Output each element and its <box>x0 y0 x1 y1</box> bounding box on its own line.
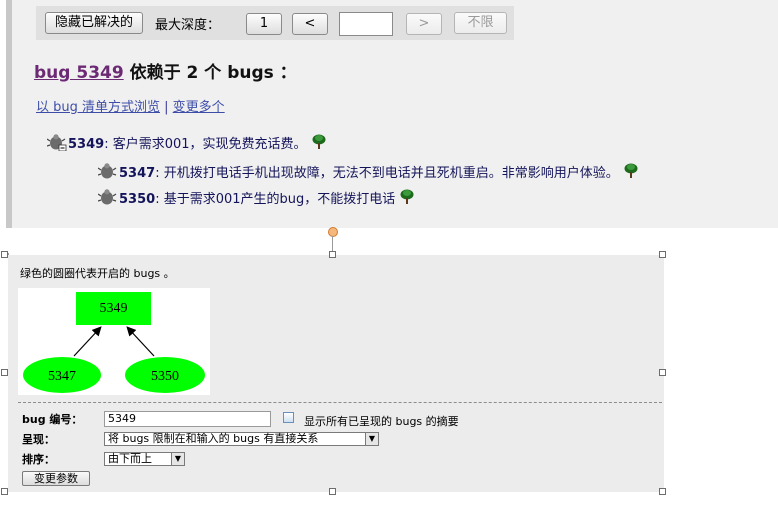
resize-handle-right[interactable] <box>659 369 666 376</box>
bug-id-label: bug 编号： <box>22 413 83 426</box>
dependency-tree-panel: 隐藏已解决的 最大深度： 1 < > 不限 bug 5349 依赖于 2 个 b… <box>6 0 778 228</box>
dependency-child-item: 5350: 基于需求001产生的bug，不能拨打电话 <box>97 188 414 210</box>
depth-increase-button[interactable]: > <box>406 13 442 35</box>
display-select-value: 将 bugs 限制在和输入的 bugs 有直接关系 <box>108 432 319 445</box>
resize-handle-bottom-left[interactable] <box>1 488 8 495</box>
bug-icon[interactable] <box>46 133 67 155</box>
resize-handle-top-right[interactable] <box>659 251 666 258</box>
graph-edge <box>73 326 102 357</box>
tree-icon[interactable] <box>624 163 638 183</box>
display-label: 呈现： <box>22 433 55 446</box>
graph-node-right-label: 5350 <box>151 369 179 384</box>
chevron-down-icon[interactable]: ▼ <box>171 453 184 465</box>
bug-icon <box>97 188 118 210</box>
unlimited-depth-button[interactable]: 不限 <box>454 12 507 34</box>
resize-handle-top-left[interactable] <box>1 251 8 258</box>
graph-node-left-label: 5347 <box>48 369 76 384</box>
tree-icon[interactable] <box>312 134 326 154</box>
bug-number-link[interactable]: 5350 <box>119 192 155 207</box>
sort-select-value: 由下而上 <box>108 452 152 465</box>
dependency-root-item: 5349: 客户需求001，实现免费充话费。 <box>46 133 326 155</box>
display-select[interactable]: 将 bugs 限制在和输入的 bugs 有直接关系 ▼ <box>104 432 379 446</box>
resize-handle-left[interactable] <box>1 369 8 376</box>
sort-label: 排序： <box>22 453 55 466</box>
bug-number-link[interactable]: 5349 <box>68 137 104 152</box>
resize-handle-bottom[interactable] <box>329 488 336 495</box>
change-params-button[interactable]: 变更参数 <box>22 471 90 486</box>
bug-summary: : 开机拨打电话手机出现故障，无法不到电话并且死机重启。非常影响用户体验。 <box>155 166 619 181</box>
view-links: 以 bug 清单方式浏览 | 变更多个 <box>36 96 225 115</box>
rotate-handle[interactable] <box>328 227 338 237</box>
resize-handle-bottom-right[interactable] <box>659 488 666 495</box>
graph-edge <box>126 326 155 357</box>
show-summaries-checkbox[interactable] <box>283 412 294 423</box>
page-title-text: 依赖于 2 个 bugs ： <box>123 63 297 83</box>
change-many-link[interactable]: 变更多个 <box>173 100 225 115</box>
hide-resolved-button[interactable]: 隐藏已解决的 <box>45 12 143 34</box>
rotate-handle-stem <box>332 236 333 251</box>
bug-summary: : 基于需求001产生的bug，不能拨打电话 <box>155 192 396 207</box>
list-view-link[interactable]: 以 bug 清单方式浏览 <box>36 100 160 115</box>
dependency-child-item: 5347: 开机拨打电话手机出现故障，无法不到电话并且死机重启。非常影响用户体验… <box>97 162 638 184</box>
form-divider <box>18 402 662 403</box>
page-title: bug 5349 依赖于 2 个 bugs ： <box>34 58 297 83</box>
max-depth-label: 最大深度： <box>155 18 221 33</box>
resize-handle-top[interactable] <box>329 251 336 258</box>
chevron-down-icon[interactable]: ▼ <box>365 433 378 445</box>
depth-decrease-button[interactable]: < <box>292 13 328 35</box>
depth-one-button[interactable]: 1 <box>246 13 282 35</box>
depth-toolbar: 隐藏已解决的 最大深度： 1 < > 不限 <box>36 6 514 40</box>
dependency-graph: 5349 5347 5350 <box>18 288 210 395</box>
graph-legend: 绿色的圆圈代表开启的 bugs 。 <box>20 267 175 280</box>
depth-input[interactable] <box>339 12 393 36</box>
show-summaries-label: 显示所有已呈现的 bugs 的摘要 <box>304 415 459 428</box>
sort-select[interactable]: 由下而上 ▼ <box>104 452 185 466</box>
dependency-graph-svg: 5349 5347 5350 <box>23 292 205 393</box>
root-bug-link[interactable]: bug 5349 <box>34 63 124 83</box>
graph-node-root-label: 5349 <box>100 301 128 316</box>
bug-number-link[interactable]: 5347 <box>119 166 155 181</box>
bug-summary: : 客户需求001，实现免费充话费。 <box>104 137 307 152</box>
dependency-graph-panel: 绿色的圆圈代表开启的 bugs 。 5349 5347 5350 bug 编号：… <box>8 255 664 492</box>
tree-icon[interactable] <box>400 189 414 209</box>
bug-id-input[interactable]: 5349 <box>104 411 271 427</box>
view-links-separator: | <box>160 100 173 115</box>
bug-icon <box>97 162 118 184</box>
